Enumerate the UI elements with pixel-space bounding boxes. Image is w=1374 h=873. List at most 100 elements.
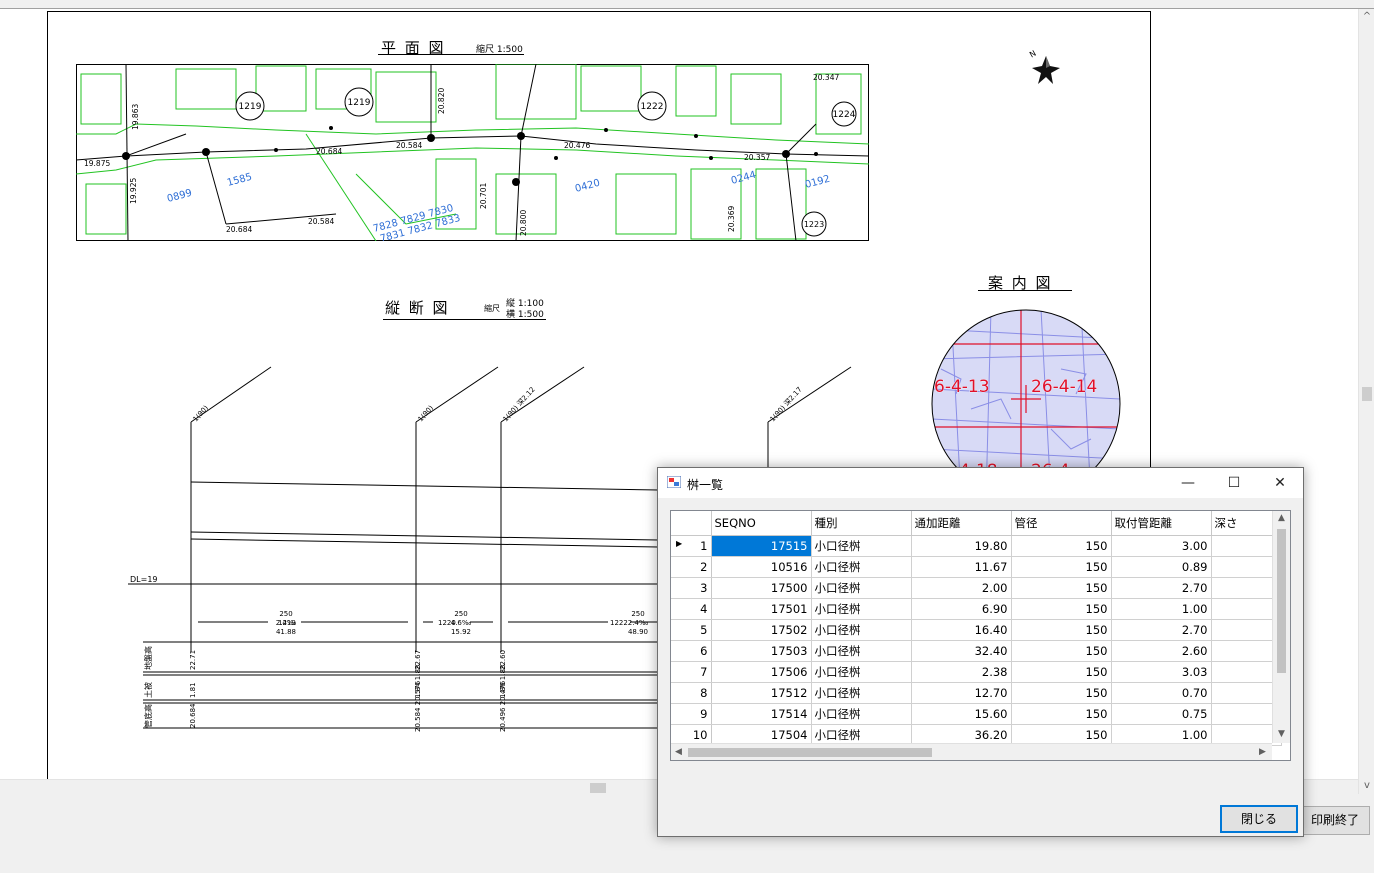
cell-diameter[interactable]: 150 (1011, 556, 1112, 578)
row-header[interactable]: 8 (671, 682, 712, 704)
row-header[interactable]: 4 (671, 598, 712, 620)
column-header-seqno[interactable]: SEQNO (711, 511, 812, 536)
cell-connection-length[interactable]: 2.70 (1111, 619, 1212, 641)
cell-connection-length[interactable]: 0.75 (1111, 703, 1212, 725)
vertical-scroll-thumb[interactable] (1362, 387, 1372, 401)
cell-seqno[interactable]: 17515 (711, 535, 812, 557)
cell-seqno[interactable]: 17501 (711, 598, 812, 620)
table-row[interactable]: 2 10516 小口径桝 11.67 150 0.89 (671, 556, 1282, 578)
maximize-icon[interactable]: ☐ (1211, 468, 1257, 498)
grid-vertical-scrollbar[interactable]: ▲ ▼ (1272, 511, 1290, 743)
cell-depth[interactable] (1211, 577, 1282, 599)
cell-distance[interactable]: 11.67 (911, 556, 1012, 578)
cell-diameter[interactable]: 150 (1011, 640, 1112, 662)
table-row[interactable]: 7 17506 小口径桝 2.38 150 3.03 (671, 661, 1282, 683)
cell-type[interactable]: 小口径桝 (811, 619, 912, 641)
print-end-button[interactable]: 印刷終了 (1300, 806, 1370, 835)
row-header[interactable]: 9 (671, 703, 712, 725)
cell-depth[interactable] (1211, 556, 1282, 578)
cell-distance[interactable]: 6.90 (911, 598, 1012, 620)
grid-horizontal-scroll-thumb[interactable] (688, 748, 932, 757)
cell-diameter[interactable]: 150 (1011, 661, 1112, 683)
cell-distance[interactable]: 2.38 (911, 661, 1012, 683)
table-row[interactable]: 5 17502 小口径桝 16.40 150 2.70 (671, 619, 1282, 641)
cell-distance[interactable]: 12.70 (911, 682, 1012, 704)
cell-connection-length[interactable]: 0.70 (1111, 682, 1212, 704)
cell-seqno[interactable]: 17500 (711, 577, 812, 599)
basin-data-grid[interactable]: SEQNO 種別 通加距離 管径 取付管距離 深さ ▶ 1 17515 小口径桝 … (670, 510, 1291, 761)
table-row[interactable]: 8 17512 小口径桝 12.70 150 0.70 (671, 682, 1282, 704)
scroll-up-icon[interactable]: ^ (1359, 9, 1374, 25)
row-header[interactable]: ▶ 1 (671, 535, 712, 557)
cell-type[interactable]: 小口径桝 (811, 577, 912, 599)
vertical-scrollbar[interactable]: ^ v (1358, 9, 1374, 794)
table-row[interactable]: 4 17501 小口径桝 6.90 150 1.00 (671, 598, 1282, 620)
invert-value: 20.584 20.576 (414, 680, 422, 732)
cell-distance[interactable]: 16.40 (911, 619, 1012, 641)
cell-depth[interactable] (1211, 619, 1282, 641)
column-header-connection-length[interactable]: 取付管距離 (1111, 511, 1212, 536)
cell-connection-length[interactable]: 3.00 (1111, 535, 1212, 557)
cell-depth[interactable] (1211, 682, 1282, 704)
cell-diameter[interactable]: 150 (1011, 535, 1112, 557)
cell-type[interactable]: 小口径桝 (811, 682, 912, 704)
cell-connection-length[interactable]: 2.60 (1111, 640, 1212, 662)
grid-scroll-down-icon[interactable]: ▼ (1278, 729, 1285, 739)
cell-diameter[interactable]: 150 (1011, 577, 1112, 599)
cell-diameter[interactable]: 150 (1011, 598, 1112, 620)
table-row[interactable]: 3 17500 小口径桝 2.00 150 2.70 (671, 577, 1282, 599)
table-row[interactable]: 9 17514 小口径桝 15.60 150 0.75 (671, 703, 1282, 725)
cell-diameter[interactable]: 150 (1011, 703, 1112, 725)
cell-depth[interactable] (1211, 598, 1282, 620)
row-header[interactable]: 3 (671, 577, 712, 599)
cell-type[interactable]: 小口径桝 (811, 703, 912, 725)
grid-scroll-left-icon[interactable]: ◀ (675, 747, 682, 757)
column-header-depth[interactable]: 深さ (1211, 511, 1282, 536)
row-header[interactable]: 7 (671, 661, 712, 683)
table-row[interactable]: 6 17503 小口径桝 32.40 150 2.60 (671, 640, 1282, 662)
column-header-type[interactable]: 種別 (811, 511, 912, 536)
grid-scroll-up-icon[interactable]: ▲ (1278, 513, 1285, 523)
cell-depth[interactable] (1211, 661, 1282, 683)
cell-type[interactable]: 小口径桝 (811, 556, 912, 578)
cell-distance[interactable]: 2.00 (911, 577, 1012, 599)
cell-connection-length[interactable]: 1.00 (1111, 598, 1212, 620)
cell-diameter[interactable]: 150 (1011, 619, 1112, 641)
dialog-titlebar[interactable]: 桝一覧 — ☐ ✕ (658, 468, 1303, 498)
grid-horizontal-scrollbar[interactable]: ◀ ▶ (671, 743, 1272, 760)
cell-depth[interactable] (1211, 703, 1282, 725)
close-icon[interactable]: ✕ (1257, 468, 1303, 498)
cell-seqno[interactable]: 17503 (711, 640, 812, 662)
cell-depth[interactable] (1211, 535, 1282, 557)
row-header[interactable]: 5 (671, 619, 712, 641)
grid-vertical-scroll-thumb[interactable] (1277, 529, 1286, 673)
cell-distance[interactable]: 19.80 (911, 535, 1012, 557)
cell-diameter[interactable]: 150 (1011, 682, 1112, 704)
cell-seqno[interactable]: 17512 (711, 682, 812, 704)
cell-type[interactable]: 小口径桝 (811, 598, 912, 620)
cell-type[interactable]: 小口径桝 (811, 640, 912, 662)
cell-distance[interactable]: 15.60 (911, 703, 1012, 725)
segment-length: 48.90 (628, 628, 648, 636)
cell-seqno[interactable]: 17514 (711, 703, 812, 725)
cell-connection-length[interactable]: 0.89 (1111, 556, 1212, 578)
horizontal-scroll-thumb[interactable] (590, 783, 606, 793)
cell-depth[interactable] (1211, 640, 1282, 662)
table-row[interactable]: ▶ 1 17515 小口径桝 19.80 150 3.00 (671, 535, 1282, 557)
cell-seqno[interactable]: 17506 (711, 661, 812, 683)
grid-scroll-right-icon[interactable]: ▶ (1259, 747, 1266, 757)
minimize-icon[interactable]: — (1165, 468, 1211, 498)
cell-distance[interactable]: 32.40 (911, 640, 1012, 662)
close-button[interactable]: 閉じる (1220, 805, 1298, 833)
cell-type[interactable]: 小口径桝 (811, 661, 912, 683)
cell-connection-length[interactable]: 3.03 (1111, 661, 1212, 683)
cell-seqno[interactable]: 17502 (711, 619, 812, 641)
cell-seqno[interactable]: 10516 (711, 556, 812, 578)
row-header[interactable]: 2 (671, 556, 712, 578)
cell-connection-length[interactable]: 2.70 (1111, 577, 1212, 599)
scroll-down-icon[interactable]: v (1359, 778, 1374, 794)
column-header-distance[interactable]: 通加距離 (911, 511, 1012, 536)
row-header[interactable]: 6 (671, 640, 712, 662)
cell-type[interactable]: 小口径桝 (811, 535, 912, 557)
column-header-diameter[interactable]: 管径 (1011, 511, 1112, 536)
